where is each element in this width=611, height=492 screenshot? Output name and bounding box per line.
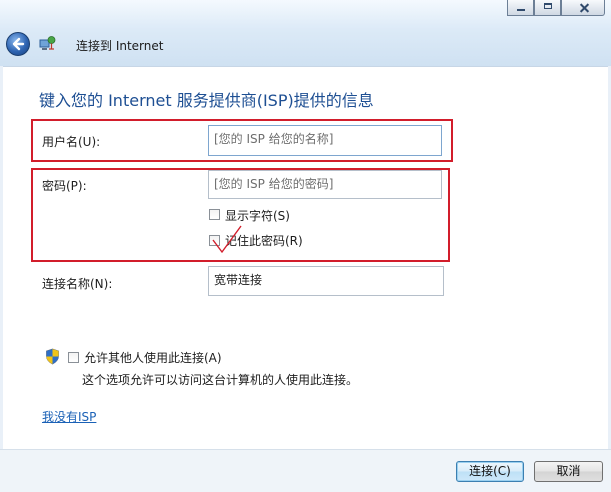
no-isp-link[interactable]: 我没有ISP [42, 408, 96, 425]
connect-to-internet-window: 连接到 Internet 键入您的 Internet 服务提供商(ISP)提供的… [0, 0, 611, 492]
close-button[interactable] [561, 0, 605, 16]
page-heading: 键入您的 Internet 服务提供商(ISP)提供的信息 [39, 91, 374, 110]
allow-others-checkbox[interactable] [68, 352, 79, 363]
connection-name-field[interactable]: 宽带连接 [208, 266, 444, 296]
maximize-button[interactable] [534, 0, 561, 16]
footer-bar: 连接(C) 取消 [0, 449, 611, 492]
back-button[interactable] [6, 32, 30, 56]
allow-others-label: 允许其他人使用此连接(A) [84, 351, 222, 365]
password-annotation-box [31, 168, 450, 262]
minimize-button[interactable] [507, 0, 534, 16]
uac-shield-icon [46, 348, 59, 365]
network-connection-icon [39, 36, 56, 50]
connection-name-label: 连接名称(N): [42, 277, 113, 291]
username-annotation-box [31, 119, 453, 162]
cancel-button[interactable]: 取消 [534, 461, 603, 482]
window-title: 连接到 Internet [76, 39, 164, 53]
title-bar: 连接到 Internet [0, 0, 611, 66]
back-arrow-icon [12, 37, 25, 51]
allow-others-description: 这个选项允许可以访问这台计算机的人使用此连接。 [82, 373, 359, 387]
caption-buttons [507, 0, 605, 17]
connect-button[interactable]: 连接(C) [456, 461, 524, 482]
